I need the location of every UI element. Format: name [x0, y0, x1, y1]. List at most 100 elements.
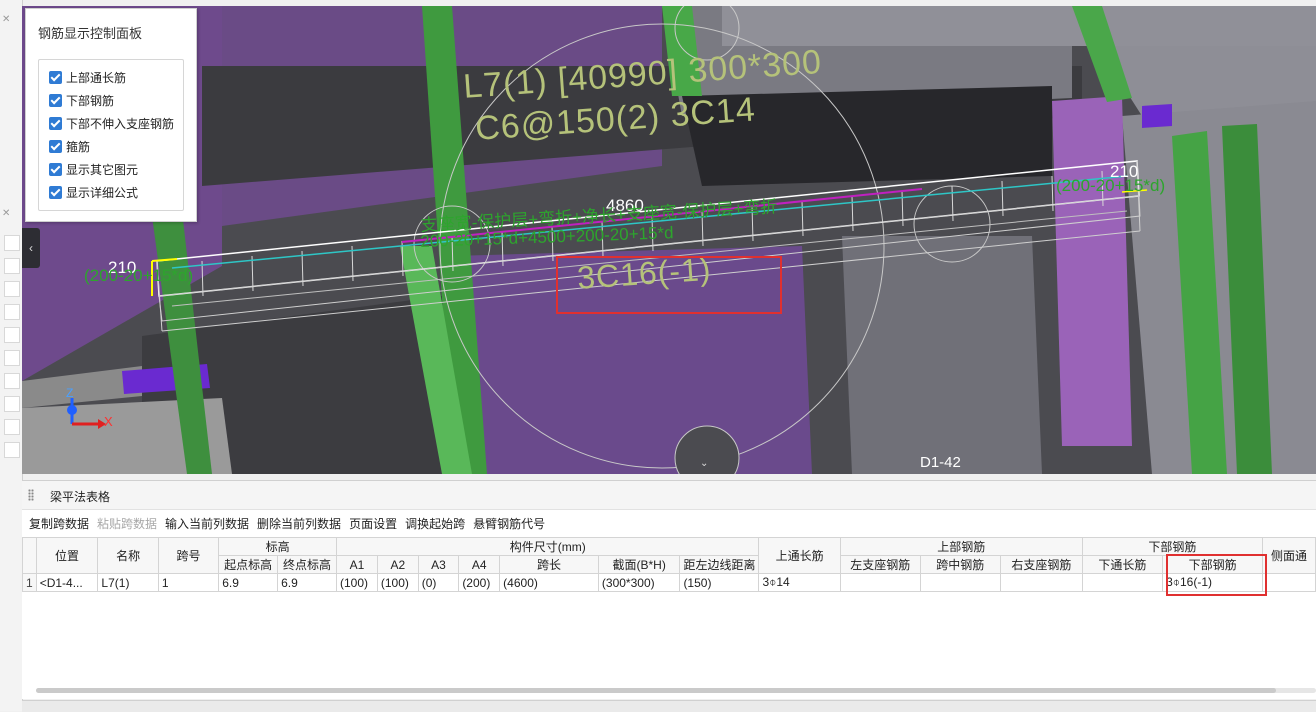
beam-table: 位置 名称 跨号 标高 构件尺寸(mm) 上通长筋 上部钢筋 下部钢筋 侧面通 … [22, 537, 1316, 592]
3d-viewport[interactable]: L7(1) [40990] 300*300 C6@150(2) 3C14 486… [22, 6, 1316, 474]
side-cell [4, 258, 20, 274]
header-top-rebar[interactable]: 上部钢筋 [839, 537, 1083, 556]
scrollbar-thumb[interactable] [36, 688, 1276, 693]
beam-table-pane: 梁平法表格 复制跨数据 粘贴跨数据 输入当前列数据 删除当前列数据 页面设置 调… [22, 480, 1316, 699]
cell-end-elev[interactable]: 6.9 [277, 573, 338, 592]
cell-span-no[interactable]: 1 [157, 573, 220, 592]
side-cell [4, 419, 20, 435]
header-mid-span[interactable]: 跨中钢筋 [919, 555, 1002, 574]
option-bottom-rebar[interactable]: 下部钢筋 [49, 90, 114, 110]
row-number: 1 [22, 573, 37, 592]
header-bottom-rebar[interactable]: 下部钢筋 [1081, 537, 1264, 556]
checkbox-icon[interactable] [49, 162, 62, 176]
highlight-box-viewport [556, 256, 782, 314]
drag-handle-icon[interactable] [28, 489, 34, 501]
collapse-left-icon[interactable]: ‹ [22, 228, 40, 268]
bottom-status-strip [22, 700, 1316, 712]
header-left-support[interactable]: 左支座钢筋 [839, 555, 921, 574]
side-cell [4, 373, 20, 389]
header-top-continuous[interactable]: 上通长筋 [758, 537, 841, 574]
cell-mid-span[interactable] [919, 573, 1002, 592]
header-start-elev[interactable]: 起点标高 [218, 555, 279, 574]
cell-bottom-continuous[interactable] [1081, 573, 1164, 592]
header-end-elev[interactable]: 终点标高 [277, 555, 338, 574]
cell-edge-distance[interactable]: (150) [679, 573, 760, 592]
pane-header: 梁平法表格 [22, 481, 1316, 510]
header-section[interactable]: 截面(B*H) [597, 555, 681, 574]
pane-title: 梁平法表格 [50, 490, 111, 504]
header-right-support[interactable]: 右支座钢筋 [1000, 555, 1083, 574]
cell-side-continuous[interactable] [1262, 573, 1316, 592]
horizontal-scrollbar[interactable] [36, 688, 1316, 693]
option-stirrup[interactable]: 箍筋 [49, 136, 90, 156]
copy-span-data-button[interactable]: 复制跨数据 [29, 514, 89, 534]
axis-x-label: X [104, 414, 113, 429]
cell-a2[interactable]: (100) [376, 573, 419, 592]
header-row-1: 位置 名称 跨号 标高 构件尺寸(mm) 上通长筋 上部钢筋 下部钢筋 侧面通 [22, 537, 1316, 574]
cantilever-code-button[interactable]: 悬臂钢筋代号 [473, 514, 545, 534]
delete-column-data-button[interactable]: 删除当前列数据 [257, 514, 341, 534]
checkbox-icon[interactable] [49, 185, 62, 199]
cell-a3[interactable]: (0) [417, 573, 460, 592]
swap-start-span-button[interactable]: 调换起始跨 [405, 514, 465, 534]
cell-name[interactable]: L7(1) [97, 573, 159, 592]
highlight-box-table [1166, 554, 1267, 596]
cell-top-continuous[interactable]: 3⌽14 [758, 573, 841, 592]
header-a4[interactable]: A4 [458, 555, 501, 574]
option-bottom-not-into-support[interactable]: 下部不伸入支座钢筋 [49, 113, 174, 133]
option-label: 下部钢筋 [66, 93, 115, 108]
left-side-strip: ✕ ✕ [0, 0, 23, 711]
header-a1[interactable]: A1 [336, 555, 378, 574]
header-a3[interactable]: A3 [417, 555, 460, 574]
header-side-continuous[interactable]: 侧面通 [1262, 537, 1316, 574]
checkbox-icon[interactable] [49, 70, 62, 84]
cell-section[interactable]: (300*300) [597, 573, 681, 592]
side-cell [4, 396, 20, 412]
panel-options-box: 上部通长筋 下部钢筋 下部不伸入支座钢筋 箍筋 显示其它图元 显示详细公式 [38, 59, 184, 211]
cell-span-length[interactable]: (4600) [499, 573, 599, 592]
header-elevation[interactable]: 标高 [218, 537, 338, 556]
table-toolbar: 复制跨数据 粘贴跨数据 输入当前列数据 删除当前列数据 页面设置 调换起始跨 悬… [22, 514, 546, 534]
option-top-continuous[interactable]: 上部通长筋 [49, 67, 126, 87]
axis-z-label: Z [66, 386, 74, 400]
side-cell [4, 350, 20, 366]
option-show-formula[interactable]: 显示详细公式 [49, 182, 138, 202]
rebar-display-panel: 钢筋显示控制面板 上部通长筋 下部钢筋 下部不伸入支座钢筋 箍筋 显示其它图元 … [25, 8, 197, 222]
side-cell [4, 327, 20, 343]
checkbox-icon[interactable] [49, 139, 62, 153]
header-name[interactable]: 名称 [97, 537, 159, 574]
side-cell [4, 304, 20, 320]
header-span-length[interactable]: 跨长 [499, 555, 599, 574]
cell-start-elev[interactable]: 6.9 [218, 573, 279, 592]
cell-position[interactable]: <D1-4... [35, 573, 99, 592]
header-span-no[interactable]: 跨号 [157, 537, 220, 574]
checkbox-icon[interactable] [49, 93, 62, 107]
element-label: D1-42 [920, 454, 961, 471]
cell-left-support[interactable] [839, 573, 921, 592]
close-icon[interactable]: ✕ [2, 14, 10, 25]
header-member-size[interactable]: 构件尺寸(mm) [336, 537, 760, 556]
header-a2[interactable]: A2 [376, 555, 419, 574]
header-bottom-continuous[interactable]: 下通长筋 [1081, 555, 1164, 574]
panel-title: 钢筋显示控制面板 [38, 26, 143, 41]
header-edge-distance[interactable]: 距左边线距离 [679, 555, 760, 574]
page-setup-button[interactable]: 页面设置 [349, 514, 397, 534]
cell-right-support[interactable] [1000, 573, 1083, 592]
table-row[interactable]: 1 <D1-4... L7(1) 1 6.9 6.9 (100) (100) (… [22, 573, 1316, 592]
option-label: 箍筋 [66, 139, 91, 154]
cell-a4[interactable]: (200) [458, 573, 501, 592]
option-show-other-elements[interactable]: 显示其它图元 [49, 159, 138, 179]
paste-span-data-button[interactable]: 粘贴跨数据 [97, 514, 157, 534]
checkbox-icon[interactable] [49, 116, 62, 130]
left-end-formula: (200-20+15*d) [84, 266, 194, 285]
option-label: 显示详细公式 [66, 185, 139, 200]
cell-a1[interactable]: (100) [336, 573, 378, 592]
option-label: 上部通长筋 [66, 70, 127, 85]
side-cell [4, 442, 20, 458]
header-position[interactable]: 位置 [35, 537, 99, 574]
chevron-down-icon[interactable]: ⌄ [700, 458, 708, 469]
input-column-data-button[interactable]: 输入当前列数据 [165, 514, 249, 534]
option-label: 显示其它图元 [66, 162, 139, 177]
side-cell [4, 281, 20, 297]
close-icon[interactable]: ✕ [2, 208, 10, 219]
